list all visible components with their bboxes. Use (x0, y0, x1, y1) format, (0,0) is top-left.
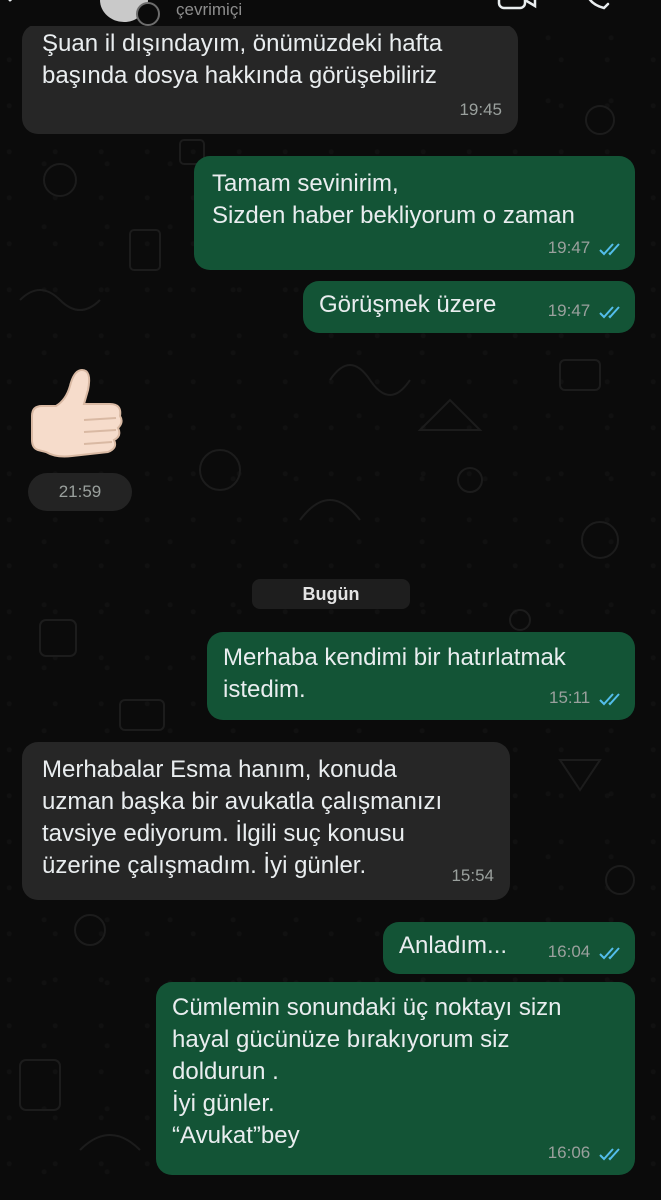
message-meta: 19:47 (548, 295, 625, 327)
message-time: 15:11 (548, 688, 591, 707)
read-ticks-icon (599, 242, 620, 255)
message-bubble-incoming[interactable]: Şuan il dışındayım, önümüzdeki hafta baş… (22, 24, 518, 134)
message-text: Görüşmek üzere (319, 291, 497, 318)
read-ticks-icon (599, 305, 620, 318)
message-time: 21:59 (28, 473, 132, 511)
message-text: Şuan il dışındayım, önümüzdeki hafta baş… (42, 30, 443, 89)
read-ticks-icon (599, 946, 620, 959)
read-ticks-icon (599, 1147, 620, 1160)
video-call-icon[interactable] (497, 0, 537, 17)
message-text: Merhabalar Esma hanım, konuda uzman başk… (42, 756, 443, 879)
message-time: 19:47 (547, 301, 591, 320)
thumbs-up-emoji-message[interactable] (26, 364, 126, 473)
message-text: Anladım... (399, 932, 508, 959)
message-bubble-outgoing[interactable]: Merhaba kendimi bir hatırlatmak istedim.… (207, 632, 635, 720)
message-time: 19:45 (459, 100, 502, 119)
message-meta: 16:06 (548, 1137, 625, 1169)
message-time: 16:04 (547, 942, 591, 961)
message-time: 16:06 (547, 1143, 591, 1162)
message-meta: 19:47 (548, 232, 625, 264)
back-icon[interactable] (6, 0, 76, 23)
contact-status: çevrimiçi (176, 0, 243, 19)
status-icon (136, 2, 160, 26)
message-bubble-outgoing[interactable]: Anladım... 16:04 (383, 922, 635, 974)
message-time: 19:47 (547, 238, 591, 257)
chat-header: çevrimiçi (0, 0, 661, 26)
message-bubble-outgoing[interactable]: Görüşmek üzere 19:47 (303, 281, 635, 333)
message-bubble-incoming[interactable]: Merhabalar Esma hanım, konuda uzman başk… (22, 742, 510, 900)
date-divider: Bugün (252, 579, 410, 609)
message-bubble-outgoing[interactable]: Cümlemin sonundaki üç noktayı sizn hayal… (156, 982, 635, 1175)
message-time: 15:54 (451, 866, 494, 885)
message-text: Merhaba kendimi bir hatırlatmak istedim. (223, 644, 566, 703)
message-meta: 16:04 (548, 936, 625, 968)
read-ticks-icon (599, 692, 620, 705)
message-text: Cümlemin sonundaki üç noktayı sizn hayal… (172, 994, 562, 1149)
message-meta: 15:11 (549, 682, 625, 714)
thumbs-up-icon (31, 368, 123, 458)
voice-call-icon[interactable] (582, 0, 612, 17)
message-bubble-outgoing[interactable]: Tamam sevinirim, Sizden haber bekliyorum… (194, 156, 635, 270)
message-text: Tamam sevinirim, Sizden haber bekliyorum… (212, 170, 575, 229)
